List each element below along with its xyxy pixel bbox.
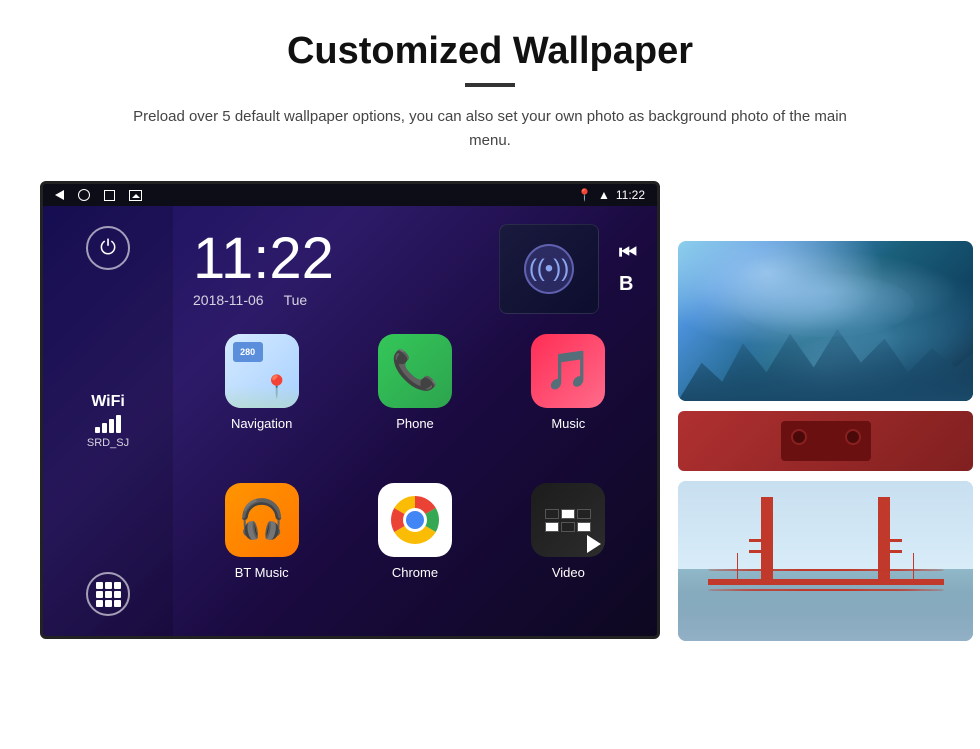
app-label-video: Video: [552, 565, 585, 580]
wifi-bar-4: [116, 415, 121, 433]
hanger-4: [884, 561, 885, 585]
next-track-button[interactable]: B: [619, 273, 637, 296]
clock-display: 11:22 2018-11-06 Tue: [193, 230, 479, 308]
clock-date-value: 2018-11-06: [193, 292, 264, 308]
app-item-music[interactable]: 🎵 Music: [500, 334, 637, 467]
grid-icon: [96, 582, 121, 607]
clock-day-value: Tue: [284, 292, 308, 308]
status-time: 11:22: [616, 188, 645, 202]
prev-track-button[interactable]: ⏮: [619, 242, 637, 265]
main-content: 11:22 2018-11-06 Tue ((•)): [173, 206, 657, 636]
app-icon-phone: 📞: [378, 334, 452, 408]
bridge-cable-main: [708, 569, 944, 571]
bridge-mist: [678, 593, 973, 641]
app-label-music: Music: [551, 416, 585, 431]
wallpaper-bridge[interactable]: [678, 481, 973, 641]
wifi-status-icon: ▲: [598, 188, 610, 202]
recents-nav-icon[interactable]: [104, 190, 115, 201]
hanger-1: [737, 553, 738, 585]
bridge-sky: [678, 481, 973, 569]
wifi-bar-2: [102, 423, 107, 433]
app-label-phone: Phone: [396, 416, 434, 431]
app-icon-music: 🎵: [531, 334, 605, 408]
bridge-crossbar-left-1: [749, 539, 769, 542]
wifi-bar-1: [95, 427, 100, 433]
wallpaper-ice-cave[interactable]: [678, 241, 973, 401]
wifi-ssid: SRD_SJ: [87, 437, 129, 449]
location-icon: 📍: [577, 188, 592, 202]
status-left: [55, 189, 142, 201]
title-divider: [465, 83, 515, 87]
android-screen: 📍 ▲ 11:22 ⏻ WiFi: [40, 181, 660, 639]
bridge-crossbar-left-2: [749, 550, 769, 553]
screenshot-nav-icon[interactable]: [129, 190, 142, 201]
bridge-deck: [708, 579, 944, 585]
wallpaper-column: [678, 181, 973, 641]
app-item-navigation[interactable]: 280 📍 Navigation: [193, 334, 330, 467]
content-wrapper: 📍 ▲ 11:22 ⏻ WiFi: [40, 181, 940, 641]
bridge-crossbar-right-1: [882, 539, 902, 542]
wifi-info: WiFi SRD_SJ: [87, 393, 129, 449]
bridge-scene: [678, 481, 973, 641]
clock-time: 11:22: [193, 230, 479, 288]
app-icon-video: [531, 483, 605, 557]
page-title: Customized Wallpaper: [287, 30, 693, 73]
status-bar: 📍 ▲ 11:22: [43, 184, 657, 206]
media-widget: ((•)): [499, 224, 599, 314]
app-item-chrome[interactable]: Chrome: [346, 483, 483, 616]
wifi-bar-3: [109, 419, 114, 433]
cassette-body: [781, 421, 871, 461]
app-item-video[interactable]: Video: [500, 483, 637, 616]
power-button[interactable]: ⏻: [86, 226, 130, 270]
app-label-chrome: Chrome: [392, 565, 438, 580]
ice-highlight: [737, 273, 914, 337]
app-icon-navigation: 280 📍: [225, 334, 299, 408]
media-wifi-icon: ((•)): [529, 255, 569, 283]
wallpaper-cassette[interactable]: [678, 411, 973, 471]
hanger-2: [767, 561, 768, 585]
app-icon-btmusic: 🎧: [225, 483, 299, 557]
wifi-label: WiFi: [87, 393, 129, 411]
app-label-btmusic: BT Music: [235, 565, 289, 580]
app-icon-chrome: [378, 483, 452, 557]
play-icon: [587, 535, 601, 553]
bridge-crossbar-right-2: [882, 550, 902, 553]
app-item-btmusic[interactable]: 🎧 BT Music: [193, 483, 330, 616]
media-controls: ⏮ B: [619, 242, 637, 296]
grid-button[interactable]: [86, 572, 130, 616]
power-icon: ⏻: [100, 237, 116, 260]
app-grid: 280 📍 Navigation 📞 Pho: [173, 324, 657, 636]
home-nav-icon[interactable]: [78, 189, 90, 201]
media-icon: ((•)): [524, 244, 574, 294]
clock-area: 11:22 2018-11-06 Tue ((•)): [173, 206, 657, 324]
page-subtitle: Preload over 5 default wallpaper options…: [130, 105, 850, 153]
app-label-navigation: Navigation: [231, 416, 292, 431]
clock-date: 2018-11-06 Tue: [193, 292, 479, 308]
app-item-phone[interactable]: 📞 Phone: [346, 334, 483, 467]
status-right: 📍 ▲ 11:22: [577, 188, 645, 202]
left-sidebar: ⏻ WiFi SRD_SJ: [43, 206, 173, 636]
android-main: ⏻ WiFi SRD_SJ: [43, 206, 657, 636]
hanger-3: [913, 553, 914, 585]
back-nav-icon[interactable]: [55, 190, 64, 200]
wifi-bars: [87, 415, 129, 433]
chrome-svg: [387, 492, 443, 548]
